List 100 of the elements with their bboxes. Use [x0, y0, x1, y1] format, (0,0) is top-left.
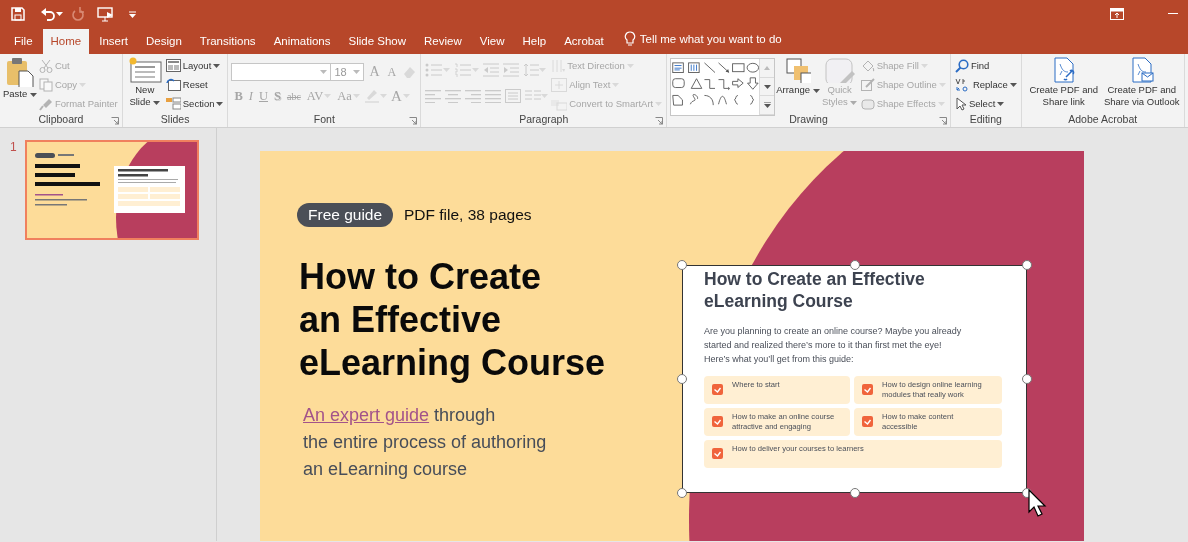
- align-left-icon: [425, 89, 442, 103]
- section-button[interactable]: Section: [164, 94, 225, 113]
- pencil-icon: [860, 77, 875, 92]
- ribbon-tab[interactable]: Acrobat: [556, 29, 612, 54]
- launcher-icon: [938, 116, 947, 125]
- ribbon-tab[interactable]: Transitions: [191, 29, 264, 54]
- undo-icon[interactable]: [40, 6, 56, 22]
- outdent-icon: [483, 63, 500, 77]
- dialog-launcher-button[interactable]: [938, 116, 947, 125]
- create-pdf-share-link-button[interactable]: Create PDF and Share link: [1024, 56, 1103, 113]
- caret-icon: [655, 101, 663, 106]
- justify-icon: [485, 89, 502, 103]
- dialog-launcher-button[interactable]: [409, 116, 418, 125]
- group-label: Font: [313, 113, 335, 127]
- ribbon-tab[interactable]: Slide Show: [340, 29, 415, 54]
- pdf-link-icon: [1051, 57, 1076, 83]
- selection-handle[interactable]: [1022, 260, 1032, 270]
- layout-icon: [165, 59, 181, 72]
- new-slide-icon: [127, 57, 162, 83]
- pointer-icon: [954, 96, 967, 111]
- group-label: Drawing: [789, 113, 828, 127]
- search-icon: [954, 58, 969, 73]
- caret-icon: [626, 63, 634, 68]
- caret-icon: [213, 63, 221, 68]
- up-arrow-icon: [764, 65, 771, 70]
- arrange-button[interactable]: Arrange: [776, 56, 820, 113]
- tell-me-search[interactable]: Tell me what you want to do: [619, 25, 786, 54]
- caret-icon: [938, 82, 946, 87]
- paste-button[interactable]: Paste: [3, 56, 37, 113]
- ribbon-tab[interactable]: Home: [42, 29, 90, 54]
- select-button[interactable]: Select: [953, 94, 1018, 113]
- redo-icon[interactable]: [71, 6, 85, 22]
- more-shapes-button[interactable]: [760, 96, 775, 115]
- selection-handle[interactable]: [849, 260, 860, 270]
- ribbon-tab[interactable]: Review: [416, 29, 470, 54]
- free-guide-badge: Free guide: [297, 203, 394, 227]
- caret-icon: [997, 101, 1005, 106]
- caret-icon: [79, 82, 87, 87]
- launcher-icon: [110, 116, 119, 125]
- numbered-list-icon: [454, 63, 473, 77]
- find-button[interactable]: Find: [953, 56, 1018, 75]
- bullet-list-icon: [425, 63, 444, 77]
- caret-icon: [353, 70, 361, 74]
- ribbon-tab[interactable]: View: [471, 29, 513, 54]
- slide-number: 1: [10, 140, 17, 154]
- selection-handle[interactable]: [677, 488, 687, 498]
- new-slide-button[interactable]: New Slide: [125, 56, 164, 113]
- scissors-icon: [38, 58, 53, 73]
- text-direction-icon: [551, 58, 566, 73]
- pdf-mail-icon: [1129, 57, 1154, 83]
- clipboard-icon: [4, 57, 35, 87]
- group-label: Adobe Acrobat: [1068, 113, 1138, 127]
- reset-icon: [165, 78, 181, 91]
- save-icon[interactable]: [10, 6, 26, 22]
- ribbon-tab[interactable]: Help: [514, 29, 555, 54]
- customize-icon[interactable]: [129, 10, 136, 18]
- dialog-launcher-button[interactable]: [655, 116, 664, 125]
- caret-icon: [937, 101, 945, 106]
- layout-button[interactable]: Layout: [164, 56, 225, 75]
- card-title: How to Create an Effective eLearning Course: [704, 268, 926, 312]
- selection-handle[interactable]: [849, 488, 860, 498]
- minimize-icon[interactable]: [1168, 13, 1178, 15]
- launcher-icon: [655, 116, 664, 125]
- lightbulb-icon: [623, 31, 636, 47]
- group-label: Clipboard: [38, 113, 84, 127]
- ribbon-tab[interactable]: Insert: [91, 29, 136, 54]
- slide-thumbnail[interactable]: [24, 140, 199, 240]
- selection-handle[interactable]: [1022, 374, 1032, 384]
- shape-icons-drawing[interactable]: [671, 59, 760, 109]
- caret-icon: [612, 82, 620, 87]
- caret-icon: [763, 84, 771, 89]
- presentation-icon[interactable]: [97, 6, 115, 22]
- create-pdf-share-outlook-button[interactable]: Create PDF and Share via Outlook: [1102, 56, 1181, 113]
- dialog-launcher-button[interactable]: [110, 116, 119, 125]
- slide-subtitle: An expert guide through the entire process of authoring an eLearning course: [303, 404, 547, 481]
- file-info: PDF file, 38 pages: [404, 206, 532, 224]
- group-label: Editing: [969, 113, 1002, 127]
- ribbon-tab[interactable]: Design: [138, 29, 190, 54]
- expert-guide-link[interactable]: An expert guide: [303, 405, 435, 425]
- paintbrush-icon: [38, 96, 53, 111]
- group-label: Slides: [160, 113, 190, 127]
- highlighter-icon: [363, 89, 380, 103]
- indent-icon: [503, 63, 520, 77]
- ribbon-tab[interactable]: Animations: [265, 29, 339, 54]
- reset-button[interactable]: Reset: [164, 75, 225, 94]
- ribbon-display-icon[interactable]: [1110, 8, 1124, 20]
- selection-handle[interactable]: [677, 260, 687, 270]
- shape-gallery[interactable]: [670, 58, 776, 116]
- selection-handle[interactable]: [677, 374, 687, 384]
- card-intro: Are you planning to create an online course? Maybe you already started and realized there’s more to it than first met the eye! Here’s what you’ll get from this guide:: [704, 325, 963, 366]
- caret-icon: [320, 70, 328, 74]
- replace-button[interactable]: Replace: [953, 75, 1018, 94]
- align-right-icon: [465, 89, 482, 103]
- columns-icon: [525, 89, 542, 103]
- ribbon-tab[interactable]: File: [6, 29, 41, 54]
- copy-icon: [38, 77, 53, 92]
- align-text-icon: [551, 77, 568, 92]
- text-box[interactable]: [682, 265, 1027, 493]
- caret-icon: [56, 12, 63, 16]
- shape-effects-icon: [860, 96, 875, 111]
